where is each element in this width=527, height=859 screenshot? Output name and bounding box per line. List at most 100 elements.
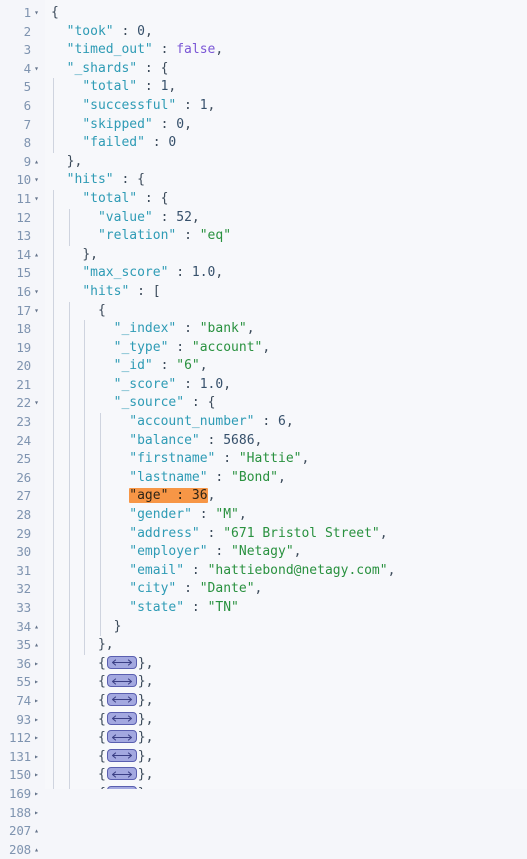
chevron-right-icon[interactable]: ▸ xyxy=(31,748,42,767)
gutter-row[interactable]: 32 xyxy=(0,580,45,599)
chevron-down-icon[interactable]: ▾ xyxy=(31,4,42,23)
gutter-row[interactable]: 34 ▴ xyxy=(0,618,45,637)
collapsed-fold-widget[interactable] xyxy=(106,655,137,669)
gutter-row[interactable]: 15 xyxy=(0,264,45,283)
code-line[interactable]: "relation" : "eq" xyxy=(45,227,527,246)
gutter-row[interactable]: 9 ▴ xyxy=(0,153,45,172)
code-line[interactable]: {}, xyxy=(45,710,527,730)
gutter-row[interactable]: 207 ▴ xyxy=(0,822,45,841)
code-line[interactable]: }, xyxy=(45,245,527,265)
code-line[interactable]: "employer" : "Netagy", xyxy=(45,543,527,562)
gutter-row[interactable]: 31 xyxy=(0,562,45,581)
gutter-row[interactable]: 4 ▾ xyxy=(0,60,45,79)
gutter-row[interactable]: 22 ▾ xyxy=(0,394,45,413)
code-line[interactable]: "failed" : 0 xyxy=(45,134,527,153)
chevron-up-icon[interactable]: ▴ xyxy=(31,153,42,172)
code-line[interactable]: }, xyxy=(45,636,527,655)
code-line[interactable]: "balance" : 5686, xyxy=(45,431,527,451)
collapsed-fold-widget[interactable] xyxy=(106,692,137,706)
chevron-down-icon[interactable]: ▾ xyxy=(31,302,42,321)
collapsed-fold-widget[interactable] xyxy=(106,748,137,762)
chevron-right-icon[interactable]: ▸ xyxy=(31,673,42,692)
chevron-right-icon[interactable]: ▸ xyxy=(31,804,42,823)
json-editor[interactable]: 1 ▾ 2 3 4 ▾ 5 6 7 8 9 ▴ 10 ▾ 11 ▾ 12 13 14 ▴ 15 16 ▾ 17 ▾ 18 19 20 2… xyxy=(0,0,527,857)
code-line[interactable]: "_index" : "bank", xyxy=(45,320,527,339)
gutter-row[interactable]: 12 xyxy=(0,209,45,228)
collapsed-fold-widget[interactable] xyxy=(106,730,137,744)
code-line[interactable]: "gender" : "M", xyxy=(45,506,527,525)
gutter-row[interactable]: 93 ▸ xyxy=(0,711,45,730)
gutter-row[interactable]: 112 ▸ xyxy=(0,729,45,748)
chevron-right-icon[interactable]: ▸ xyxy=(31,785,42,804)
code-line[interactable]: }, xyxy=(45,153,527,172)
gutter-row[interactable]: 26 xyxy=(0,469,45,488)
gutter-row[interactable]: 14 ▴ xyxy=(0,246,45,265)
gutter-row[interactable]: 208 ▴ xyxy=(0,841,45,859)
code-line[interactable]: {}, xyxy=(45,766,527,785)
chevron-up-icon[interactable]: ▴ xyxy=(31,246,42,265)
chevron-down-icon[interactable]: ▾ xyxy=(31,394,42,413)
code-line[interactable]: } xyxy=(45,617,527,637)
chevron-right-icon[interactable]: ▸ xyxy=(31,655,42,674)
gutter-row[interactable]: 1 ▾ xyxy=(0,4,45,23)
chevron-right-icon[interactable]: ▸ xyxy=(31,692,42,711)
code-line[interactable]: "total" : { xyxy=(45,189,527,209)
code-line[interactable]: "_source" : { xyxy=(45,394,527,414)
chevron-right-icon[interactable]: ▸ xyxy=(31,766,42,785)
code-line[interactable]: {}, xyxy=(45,747,527,767)
gutter-row[interactable]: 29 xyxy=(0,525,45,544)
gutter-row[interactable]: 3 xyxy=(0,41,45,60)
code-line[interactable]: "_id" : "6", xyxy=(45,357,527,376)
code-line[interactable]: "_type" : "account", xyxy=(45,338,527,358)
code-line[interactable]: {}, xyxy=(45,729,527,748)
code-line[interactable]: "max_score" : 1.0, xyxy=(45,264,527,283)
gutter-row[interactable]: 2 xyxy=(0,23,45,42)
code-line[interactable]: "age" : 36, xyxy=(45,487,527,507)
gutter-row[interactable]: 13 xyxy=(0,227,45,246)
code-line[interactable]: "city" : "Dante", xyxy=(45,580,527,599)
code-line[interactable]: "successful" : 1, xyxy=(45,96,527,116)
gutter-row[interactable]: 28 xyxy=(0,506,45,525)
gutter-row[interactable]: 30 xyxy=(0,543,45,562)
chevron-down-icon[interactable]: ▾ xyxy=(31,190,42,209)
gutter-row[interactable]: 21 xyxy=(0,376,45,395)
gutter-row[interactable]: 35 ▴ xyxy=(0,636,45,655)
code-line[interactable]: "lastname" : "Bond", xyxy=(45,468,527,488)
chevron-down-icon[interactable]: ▾ xyxy=(31,60,42,79)
code-line[interactable]: "account_number" : 6, xyxy=(45,413,527,432)
gutter-row[interactable]: 27 xyxy=(0,487,45,506)
gutter-row[interactable]: 16 ▾ xyxy=(0,283,45,302)
code-line[interactable]: "_shards" : { xyxy=(45,60,527,79)
gutter-row[interactable]: 74 ▸ xyxy=(0,692,45,711)
gutter-row[interactable]: 24 xyxy=(0,432,45,451)
gutter-row[interactable]: 20 xyxy=(0,357,45,376)
gutter-row[interactable]: 36 ▸ xyxy=(0,655,45,674)
code-line[interactable]: "hits" : [ xyxy=(45,282,527,302)
code-line[interactable]: "skipped" : 0, xyxy=(45,115,527,135)
gutter-row[interactable]: 5 xyxy=(0,78,45,97)
chevron-down-icon[interactable]: ▾ xyxy=(31,283,42,302)
code-line[interactable]: {}, xyxy=(45,691,527,711)
chevron-up-icon[interactable]: ▴ xyxy=(31,636,42,655)
chevron-right-icon[interactable]: ▸ xyxy=(31,729,42,748)
gutter-row[interactable]: 188 ▸ xyxy=(0,804,45,823)
gutter-row[interactable]: 6 xyxy=(0,97,45,116)
code-line[interactable]: "address" : "671 Bristol Street", xyxy=(45,524,527,544)
chevron-up-icon[interactable]: ▴ xyxy=(31,822,42,841)
code-line[interactable]: "timed_out" : false, xyxy=(45,41,527,60)
gutter-row[interactable]: 17 ▾ xyxy=(0,302,45,321)
gutter-row[interactable]: 33 xyxy=(0,599,45,618)
code-line[interactable]: "hits" : { xyxy=(45,171,527,190)
code-line[interactable]: "took" : 0, xyxy=(45,23,527,42)
code-line[interactable]: "total" : 1, xyxy=(45,78,527,97)
code-content-area[interactable]: { "took" : 0, "timed_out" : false, "_sha… xyxy=(45,0,527,789)
chevron-down-icon[interactable]: ▾ xyxy=(31,171,42,190)
gutter-row[interactable]: 55 ▸ xyxy=(0,673,45,692)
gutter-row[interactable]: 11 ▾ xyxy=(0,190,45,209)
code-line[interactable]: "value" : 52, xyxy=(45,208,527,228)
code-line[interactable]: "state" : "TN" xyxy=(45,599,527,618)
code-line[interactable]: { xyxy=(45,301,527,321)
gutter-row[interactable]: 18 xyxy=(0,320,45,339)
gutter-row[interactable]: 23 xyxy=(0,413,45,432)
collapsed-fold-widget[interactable] xyxy=(106,767,137,781)
